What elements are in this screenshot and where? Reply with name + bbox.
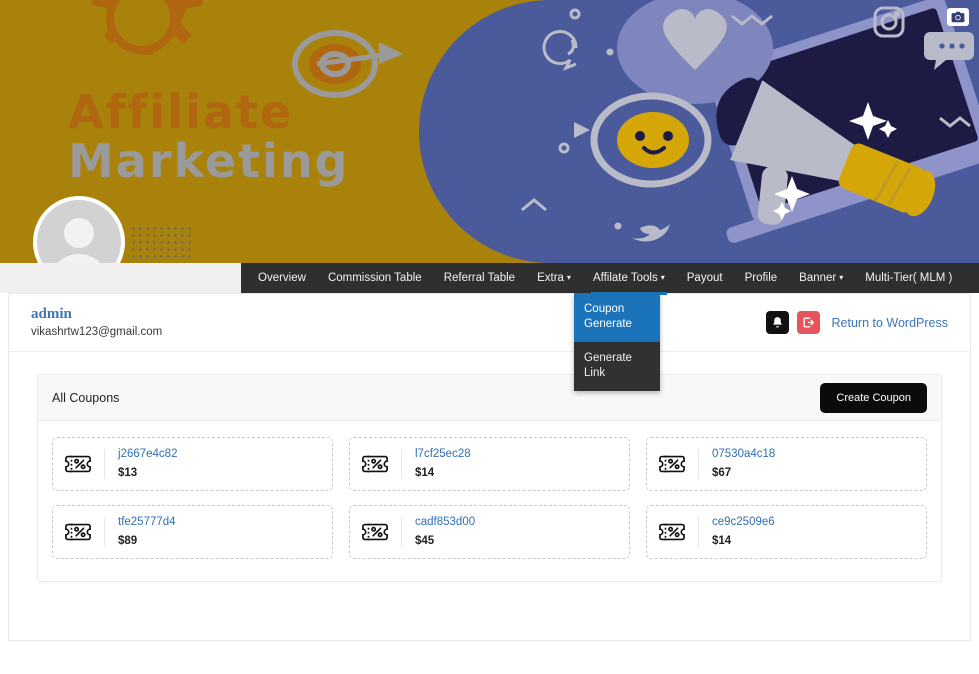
panel-title: All Coupons [52, 390, 120, 405]
coupon-code[interactable]: l7cf25ec28 [415, 447, 471, 462]
chevron-down-icon: ▾ [660, 273, 665, 282]
dropdown-item-generate-link[interactable]: Generate Link [574, 342, 660, 391]
nav-item-banner[interactable]: Banner ▾ [788, 263, 854, 293]
coupon-meta: ce9c2509e6 $14 [712, 515, 775, 550]
divider [104, 449, 105, 479]
profile-cover-banner: Affiliate Marketing [0, 0, 979, 263]
nav-label: Affilate Tools [592, 272, 658, 284]
coupon-meta: l7cf25ec28 $14 [415, 447, 471, 482]
camera-icon[interactable] [947, 8, 969, 26]
coupon-card[interactable]: ce9c2509e6 $14 [646, 505, 927, 559]
coupon-card[interactable]: j2667e4c82 $13 [52, 437, 333, 491]
nav-label: Banner [799, 272, 837, 284]
coupon-code[interactable]: tfe25777d4 [118, 515, 176, 530]
divider [401, 517, 402, 547]
logout-icon[interactable] [796, 311, 820, 334]
nav-item-affilate-tools[interactable]: Affilate Tools ▾ [582, 263, 676, 295]
nav-item-referral-table[interactable]: Referral Table [433, 263, 526, 293]
nav-label: Overview [258, 272, 306, 284]
bell-icon[interactable] [765, 311, 789, 334]
user-email: vikashrtw123@gmail.com [31, 325, 163, 338]
chevron-down-icon: ▾ [839, 273, 844, 282]
coupon-amount: $13 [118, 466, 138, 479]
coupon-amount: $14 [712, 534, 732, 547]
main-navigation: Overview Commission Table Referral Table… [241, 263, 979, 295]
panel-header: All Coupons Create Coupon [38, 375, 941, 421]
nav-label: Referral Table [443, 272, 516, 284]
nav-label: Profile [744, 272, 778, 284]
affilate-tools-dropdown: Coupon Generate Generate Link [574, 293, 660, 391]
nav-item-commission-table[interactable]: Commission Table [317, 263, 433, 293]
coupon-meta: 07530a4c18 $67 [712, 447, 775, 482]
user-identity: admin vikashrtw123@gmail.com [31, 306, 162, 340]
nav-item-multi-tier-mlm[interactable]: Multi-Tier( MLM ) [854, 263, 963, 293]
nav-left-strip [0, 263, 241, 293]
return-to-wordpress-link[interactable]: Return to WordPress [832, 316, 948, 330]
coupon-code[interactable]: ce9c2509e6 [712, 515, 775, 530]
divider [104, 517, 105, 547]
marketing-illustration [0, 0, 979, 263]
affiliate-dashboard-page: Affiliate Marketing Overview Commission … [0, 0, 979, 674]
coupon-amount: $14 [415, 466, 435, 479]
coupon-grid: j2667e4c82 $13 l7cf25ec28 $14 07530a4c18… [38, 421, 941, 581]
ticket-percent-icon [65, 453, 91, 475]
nav-item-overview[interactable]: Overview [241, 263, 317, 293]
ticket-percent-icon [659, 521, 685, 543]
ticket-percent-icon [659, 453, 685, 475]
nav-item-profile[interactable]: Profile [734, 263, 789, 293]
coupons-section: All Coupons Create Coupon j2667e4c82 $13… [9, 352, 970, 604]
coupon-code[interactable]: j2667e4c82 [118, 447, 177, 462]
user-name: admin [31, 305, 72, 322]
chevron-down-icon: ▾ [566, 273, 571, 282]
coupon-card[interactable]: cadf853d00 $45 [349, 505, 630, 559]
create-coupon-button[interactable]: Create Coupon [820, 382, 927, 413]
coupon-amount: $67 [712, 466, 732, 479]
avatar-head [64, 218, 94, 248]
divider [401, 449, 402, 479]
nav-item-payout[interactable]: Payout [676, 263, 734, 293]
coupon-card[interactable]: l7cf25ec28 $14 [349, 437, 630, 491]
nav-label: Extra [537, 272, 564, 284]
dropdown-item-coupon-generate[interactable]: Coupon Generate [574, 293, 660, 342]
coupon-meta: cadf853d00 $45 [415, 515, 475, 550]
coupon-code[interactable]: cadf853d00 [415, 515, 475, 530]
nav-label: Multi-Tier( MLM ) [865, 272, 953, 284]
divider [698, 449, 699, 479]
main-content-card: admin vikashrtw123@gmail.com Return to W… [8, 293, 971, 641]
coupon-amount: $45 [415, 534, 435, 547]
ticket-percent-icon [65, 521, 91, 543]
ticket-percent-icon [362, 521, 388, 543]
coupon-code[interactable]: 07530a4c18 [712, 447, 775, 462]
coupon-meta: j2667e4c82 $13 [118, 447, 177, 482]
nav-label: Commission Table [327, 272, 422, 284]
avatar-body [49, 254, 109, 263]
user-actions: Return to WordPress [765, 311, 948, 334]
all-coupons-panel: All Coupons Create Coupon j2667e4c82 $13… [37, 374, 942, 582]
nav-item-extra[interactable]: Extra ▾ [526, 263, 582, 293]
coupon-meta: tfe25777d4 $89 [118, 515, 176, 550]
coupon-card[interactable]: 07530a4c18 $67 [646, 437, 927, 491]
coupon-card[interactable]: tfe25777d4 $89 [52, 505, 333, 559]
nav-label: Payout [686, 272, 723, 284]
divider [698, 517, 699, 547]
coupon-amount: $89 [118, 534, 138, 547]
ticket-percent-icon [362, 453, 388, 475]
user-info-bar: admin vikashrtw123@gmail.com Return to W… [9, 294, 970, 352]
